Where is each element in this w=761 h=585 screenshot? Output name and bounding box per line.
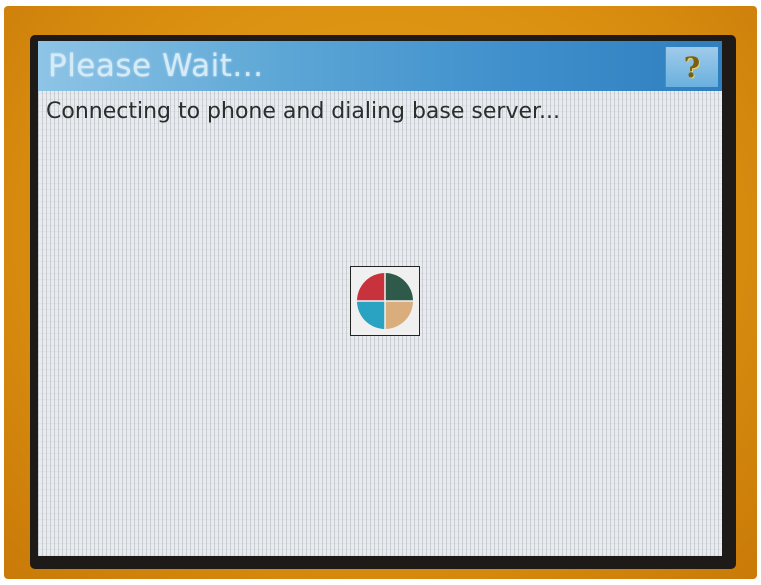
question-mark-icon: ? [683, 50, 701, 84]
help-button[interactable]: ? [665, 47, 718, 87]
status-message: Connecting to phone and dialing base ser… [46, 99, 561, 124]
device-screen: Please Wait... ? Connecting to phone and… [38, 41, 722, 556]
spinner-quadrant-top-right [385, 273, 413, 301]
busy-spinner-icon [357, 273, 413, 329]
dialog-title: Please Wait... [48, 48, 264, 84]
dialog-titlebar: Please Wait... ? [38, 41, 722, 91]
spinner-quadrant-top-left [357, 273, 385, 301]
spinner-quadrant-bottom-left [357, 301, 385, 329]
spinner-quadrant-bottom-right [385, 301, 413, 329]
busy-spinner [350, 266, 420, 336]
